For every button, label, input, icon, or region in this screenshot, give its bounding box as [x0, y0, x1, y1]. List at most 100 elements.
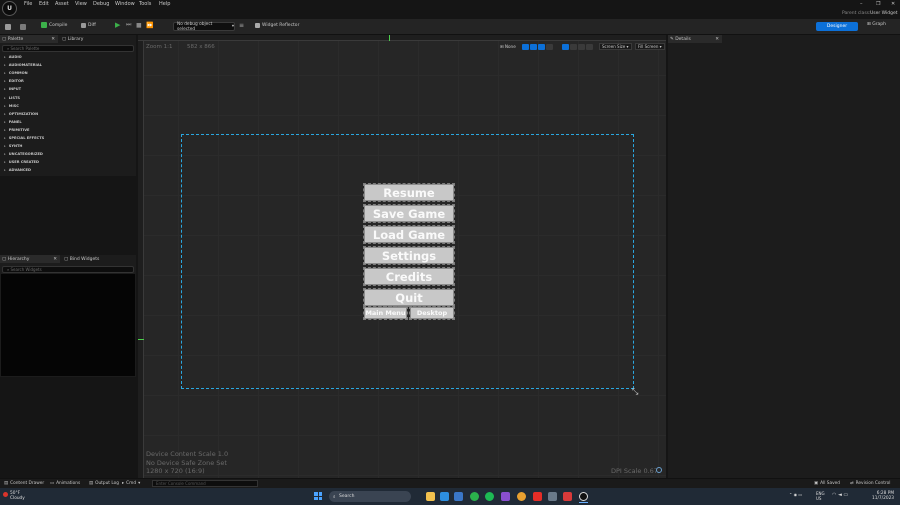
toggle-icon[interactable]: [562, 43, 569, 50]
menu-file[interactable]: File: [24, 1, 32, 7]
palette-category[interactable]: ▸ OPTIMIZATION: [0, 110, 136, 118]
close-icon[interactable]: ✕: [51, 37, 55, 42]
toggle-icon[interactable]: [538, 43, 545, 50]
toggle-icon[interactable]: [522, 43, 529, 50]
palette-category[interactable]: ▸ INPUT: [0, 85, 136, 93]
chrome-icon[interactable]: [517, 492, 526, 501]
palette-search-input[interactable]: ⌕ Search Palette: [2, 45, 134, 52]
gear-icon[interactable]: [656, 467, 662, 473]
palette-category[interactable]: ▸ COMMON: [0, 69, 136, 77]
animations-button[interactable]: ▭ Animations: [50, 481, 80, 486]
designer-tab-button[interactable]: Designer: [816, 22, 858, 31]
app-icon[interactable]: [548, 492, 557, 501]
menu-window[interactable]: Window: [115, 1, 135, 7]
toggle-icon[interactable]: [586, 43, 593, 50]
system-tray[interactable]: ⌃ ◉ ▭: [789, 492, 802, 497]
load-game-button[interactable]: Load Game: [363, 225, 455, 244]
canvas-toggle-group[interactable]: [522, 43, 553, 50]
parent-class-value[interactable]: User Widget: [870, 11, 898, 16]
output-log-button[interactable]: ▤ Output Log: [89, 481, 119, 486]
wifi-volume-icon[interactable]: ◠ ◄ ▭: [832, 492, 848, 498]
menu-debug[interactable]: Debug: [93, 1, 109, 7]
save-game-button[interactable]: Save Game: [363, 204, 455, 223]
menu-asset[interactable]: Asset: [55, 1, 69, 7]
desktop-button[interactable]: Desktop: [409, 306, 455, 320]
start-button[interactable]: [314, 492, 322, 500]
screen-size-dropdown[interactable]: Screen Size ▾: [599, 43, 632, 50]
palette-category[interactable]: ▸ ADVANCED: [0, 166, 136, 174]
hierarchy-tree[interactable]: [1, 274, 135, 376]
edge-icon[interactable]: [440, 492, 449, 501]
palette-category[interactable]: ▸ USER CREATED: [0, 158, 136, 166]
debug-settings-button[interactable]: ≡: [239, 20, 244, 30]
close-icon[interactable]: ✕: [715, 37, 719, 42]
maximize-icon[interactable]: ❐: [876, 1, 880, 7]
youtube-icon[interactable]: [533, 492, 542, 501]
console-command-input[interactable]: Enter Console Command: [152, 480, 258, 487]
close-icon[interactable]: ✕: [891, 1, 895, 7]
palette-category[interactable]: ▸ PRIMITIVE: [0, 126, 136, 134]
unreal-engine-icon[interactable]: [579, 492, 588, 501]
compile-button[interactable]: Compile: [41, 20, 67, 30]
close-icon[interactable]: ✕: [53, 257, 57, 262]
menu-help[interactable]: Help: [159, 1, 170, 7]
quit-button[interactable]: Quit: [363, 288, 455, 307]
debug-object-select[interactable]: No debug object selected ▾: [173, 22, 235, 32]
settings-button[interactable]: Settings: [363, 246, 455, 265]
visual-studio-icon[interactable]: [501, 492, 510, 501]
hierarchy-search-input[interactable]: ⌕ Search Widgets: [2, 266, 134, 273]
menu-edit[interactable]: Edit: [39, 1, 49, 7]
toggle-icon[interactable]: [578, 43, 585, 50]
graph-tab-button[interactable]: ⊞ Graph: [867, 22, 886, 27]
browse-button[interactable]: [20, 22, 26, 32]
spotify-icon[interactable]: [485, 492, 494, 501]
stop-button[interactable]: ■: [136, 20, 142, 30]
palette-category[interactable]: ▸ SPECIAL EFFECTS: [0, 134, 136, 142]
widget-reflector-button[interactable]: Widget Reflector: [255, 20, 299, 30]
weather-widget[interactable]: 50°F Cloudy: [10, 491, 25, 501]
language-indicator[interactable]: ENG US: [816, 491, 825, 501]
resume-button[interactable]: Resume: [363, 183, 455, 202]
all-saved-status[interactable]: ▣ All Saved: [814, 481, 840, 486]
toggle-icon[interactable]: [530, 43, 537, 50]
palette-category[interactable]: ▸ UNCATEGORIZED: [0, 150, 136, 158]
fill-screen-dropdown[interactable]: Fill Screen ▾: [635, 43, 665, 50]
taskbar-search[interactable]: ⌕ Search: [329, 491, 411, 502]
credits-button[interactable]: Credits: [363, 267, 455, 286]
revision-control-button[interactable]: ⇄ Revision Control: [850, 481, 890, 486]
content-drawer-button[interactable]: ▤ Content Drawer: [4, 481, 44, 486]
skip-button[interactable]: ⏩: [146, 20, 153, 30]
palette-category[interactable]: ▸ SYNTH: [0, 142, 136, 150]
palette-category[interactable]: ▸ EDITOR: [0, 77, 136, 85]
step-button[interactable]: ⏭: [126, 20, 131, 30]
snap-mode-toggle[interactable]: ⊞ None: [500, 43, 516, 50]
file-explorer-icon[interactable]: [426, 492, 435, 501]
palette-category[interactable]: ▸ AUDIOMATERIAL: [0, 61, 136, 69]
palette-category[interactable]: ▸ LISTS: [0, 94, 136, 102]
palette-category[interactable]: ▸ PANEL: [0, 118, 136, 126]
play-button[interactable]: ▶: [115, 20, 120, 30]
menu-view[interactable]: View: [75, 1, 87, 7]
store-icon[interactable]: [454, 492, 463, 501]
save-button[interactable]: [5, 22, 11, 32]
menu-tools[interactable]: Tools: [139, 1, 151, 7]
toggle-icon[interactable]: [546, 43, 553, 50]
tab-bind-widgets[interactable]: ▢ Bind Widgets: [62, 255, 122, 263]
tab-hierarchy[interactable]: ▢ Hierarchy ✕: [0, 255, 60, 263]
diff-button[interactable]: Diff: [81, 20, 96, 30]
canvas-toggle-group-2[interactable]: [562, 43, 593, 50]
main-menu-button[interactable]: Main Menu: [363, 306, 408, 320]
taskbar-clock[interactable]: 6:28 PM 11/7/2023: [872, 491, 894, 501]
palette-category[interactable]: ▸ AUDIO: [0, 53, 136, 61]
minimize-icon[interactable]: –: [860, 1, 863, 7]
cmd-dropdown[interactable]: ▸ Cmd ▾: [122, 481, 140, 486]
tab-library[interactable]: ▢ Library: [60, 35, 120, 43]
app-icon-2[interactable]: [563, 492, 572, 501]
palette-category[interactable]: ▸ MISC: [0, 102, 136, 110]
unreal-logo-icon[interactable]: U: [2, 1, 17, 16]
whatsapp-icon[interactable]: [470, 492, 479, 501]
tab-details[interactable]: ✎ Details ✕: [668, 35, 722, 43]
resize-handle-icon[interactable]: ⤡: [632, 387, 638, 397]
tab-palette[interactable]: ▢ Palette ✕: [0, 35, 58, 43]
toggle-icon[interactable]: [570, 43, 577, 50]
